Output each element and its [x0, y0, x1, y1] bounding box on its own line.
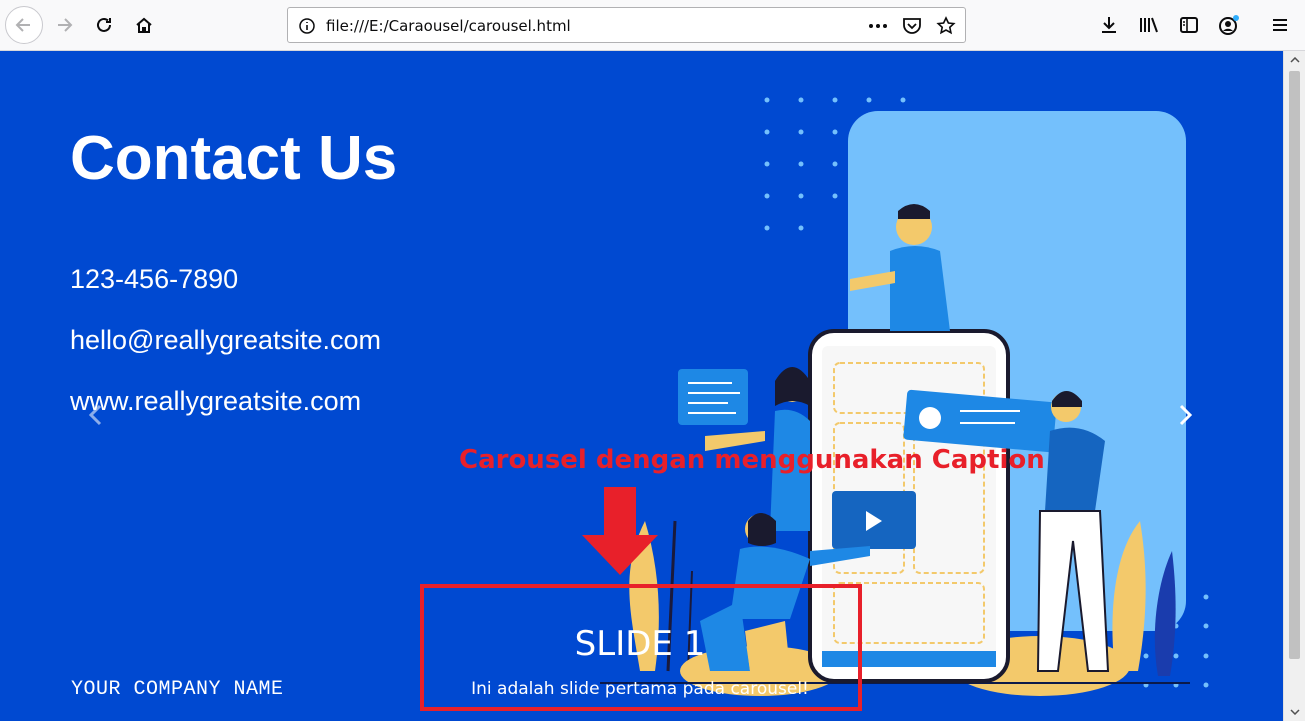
carousel-next-button[interactable]: [1174, 401, 1198, 429]
annotation-arrow-icon: [582, 487, 658, 575]
carousel-caption-text: Ini adalah slide pertama pada carousel!: [471, 679, 809, 699]
contact-phone: 123-456-7890: [70, 264, 239, 294]
back-button[interactable]: [5, 6, 43, 44]
page-title: Contact Us: [70, 124, 398, 193]
annotation-label: Carousel dengan menggunakan Caption: [459, 445, 1045, 475]
scroll-thumb[interactable]: [1289, 71, 1300, 659]
more-icon: [869, 24, 887, 28]
carousel-slide: Contact Us 123-456-7890 hello@reallygrea…: [0, 51, 1283, 721]
scroll-down-button[interactable]: [1284, 703, 1305, 721]
page-actions-button[interactable]: [866, 14, 890, 38]
info-icon: [299, 18, 315, 34]
library-button[interactable]: [1133, 9, 1165, 41]
library-icon: [1140, 17, 1158, 33]
downloads-button[interactable]: [1093, 9, 1125, 41]
account-button[interactable]: [1213, 9, 1245, 41]
reload-icon: [97, 17, 111, 32]
pocket-icon: [903, 18, 921, 34]
home-button[interactable]: [128, 9, 160, 41]
sidebar-icon: [1180, 17, 1198, 33]
company-name: YOUR COMPANY NAME: [71, 678, 284, 701]
contact-email: hello@reallygreatsite.com: [70, 325, 382, 355]
browser-toolbar: file:///E:/Caraousel/carousel.html: [0, 0, 1305, 51]
url-bar[interactable]: file:///E:/Caraousel/carousel.html: [287, 7, 966, 43]
menu-icon: [1273, 19, 1287, 31]
download-icon: [1102, 17, 1116, 33]
forward-button[interactable]: [48, 9, 80, 41]
home-icon: [136, 17, 152, 33]
pocket-button[interactable]: [900, 14, 924, 38]
account-icon: [1219, 15, 1239, 35]
carousel-prev-button[interactable]: [83, 401, 107, 429]
bookmark-button[interactable]: [934, 14, 958, 38]
url-text[interactable]: file:///E:/Caraousel/carousel.html: [326, 17, 571, 35]
chevron-right-icon: [1179, 404, 1193, 426]
back-icon: [15, 18, 30, 32]
star-icon: [936, 16, 956, 35]
caret-down-icon: [1290, 709, 1300, 715]
scroll-up-button[interactable]: [1284, 51, 1305, 69]
caret-up-icon: [1290, 57, 1300, 63]
chevron-left-icon: [88, 404, 102, 426]
contact-website: www.reallygreatsite.com: [70, 386, 362, 416]
page-scrollbar[interactable]: [1283, 51, 1305, 721]
sidebar-button[interactable]: [1173, 9, 1205, 41]
site-info-button[interactable]: [295, 14, 319, 38]
reload-button[interactable]: [88, 9, 120, 41]
forward-icon: [58, 18, 73, 32]
menu-button[interactable]: [1264, 9, 1296, 41]
carousel-caption-title: SLIDE 1: [574, 624, 706, 664]
